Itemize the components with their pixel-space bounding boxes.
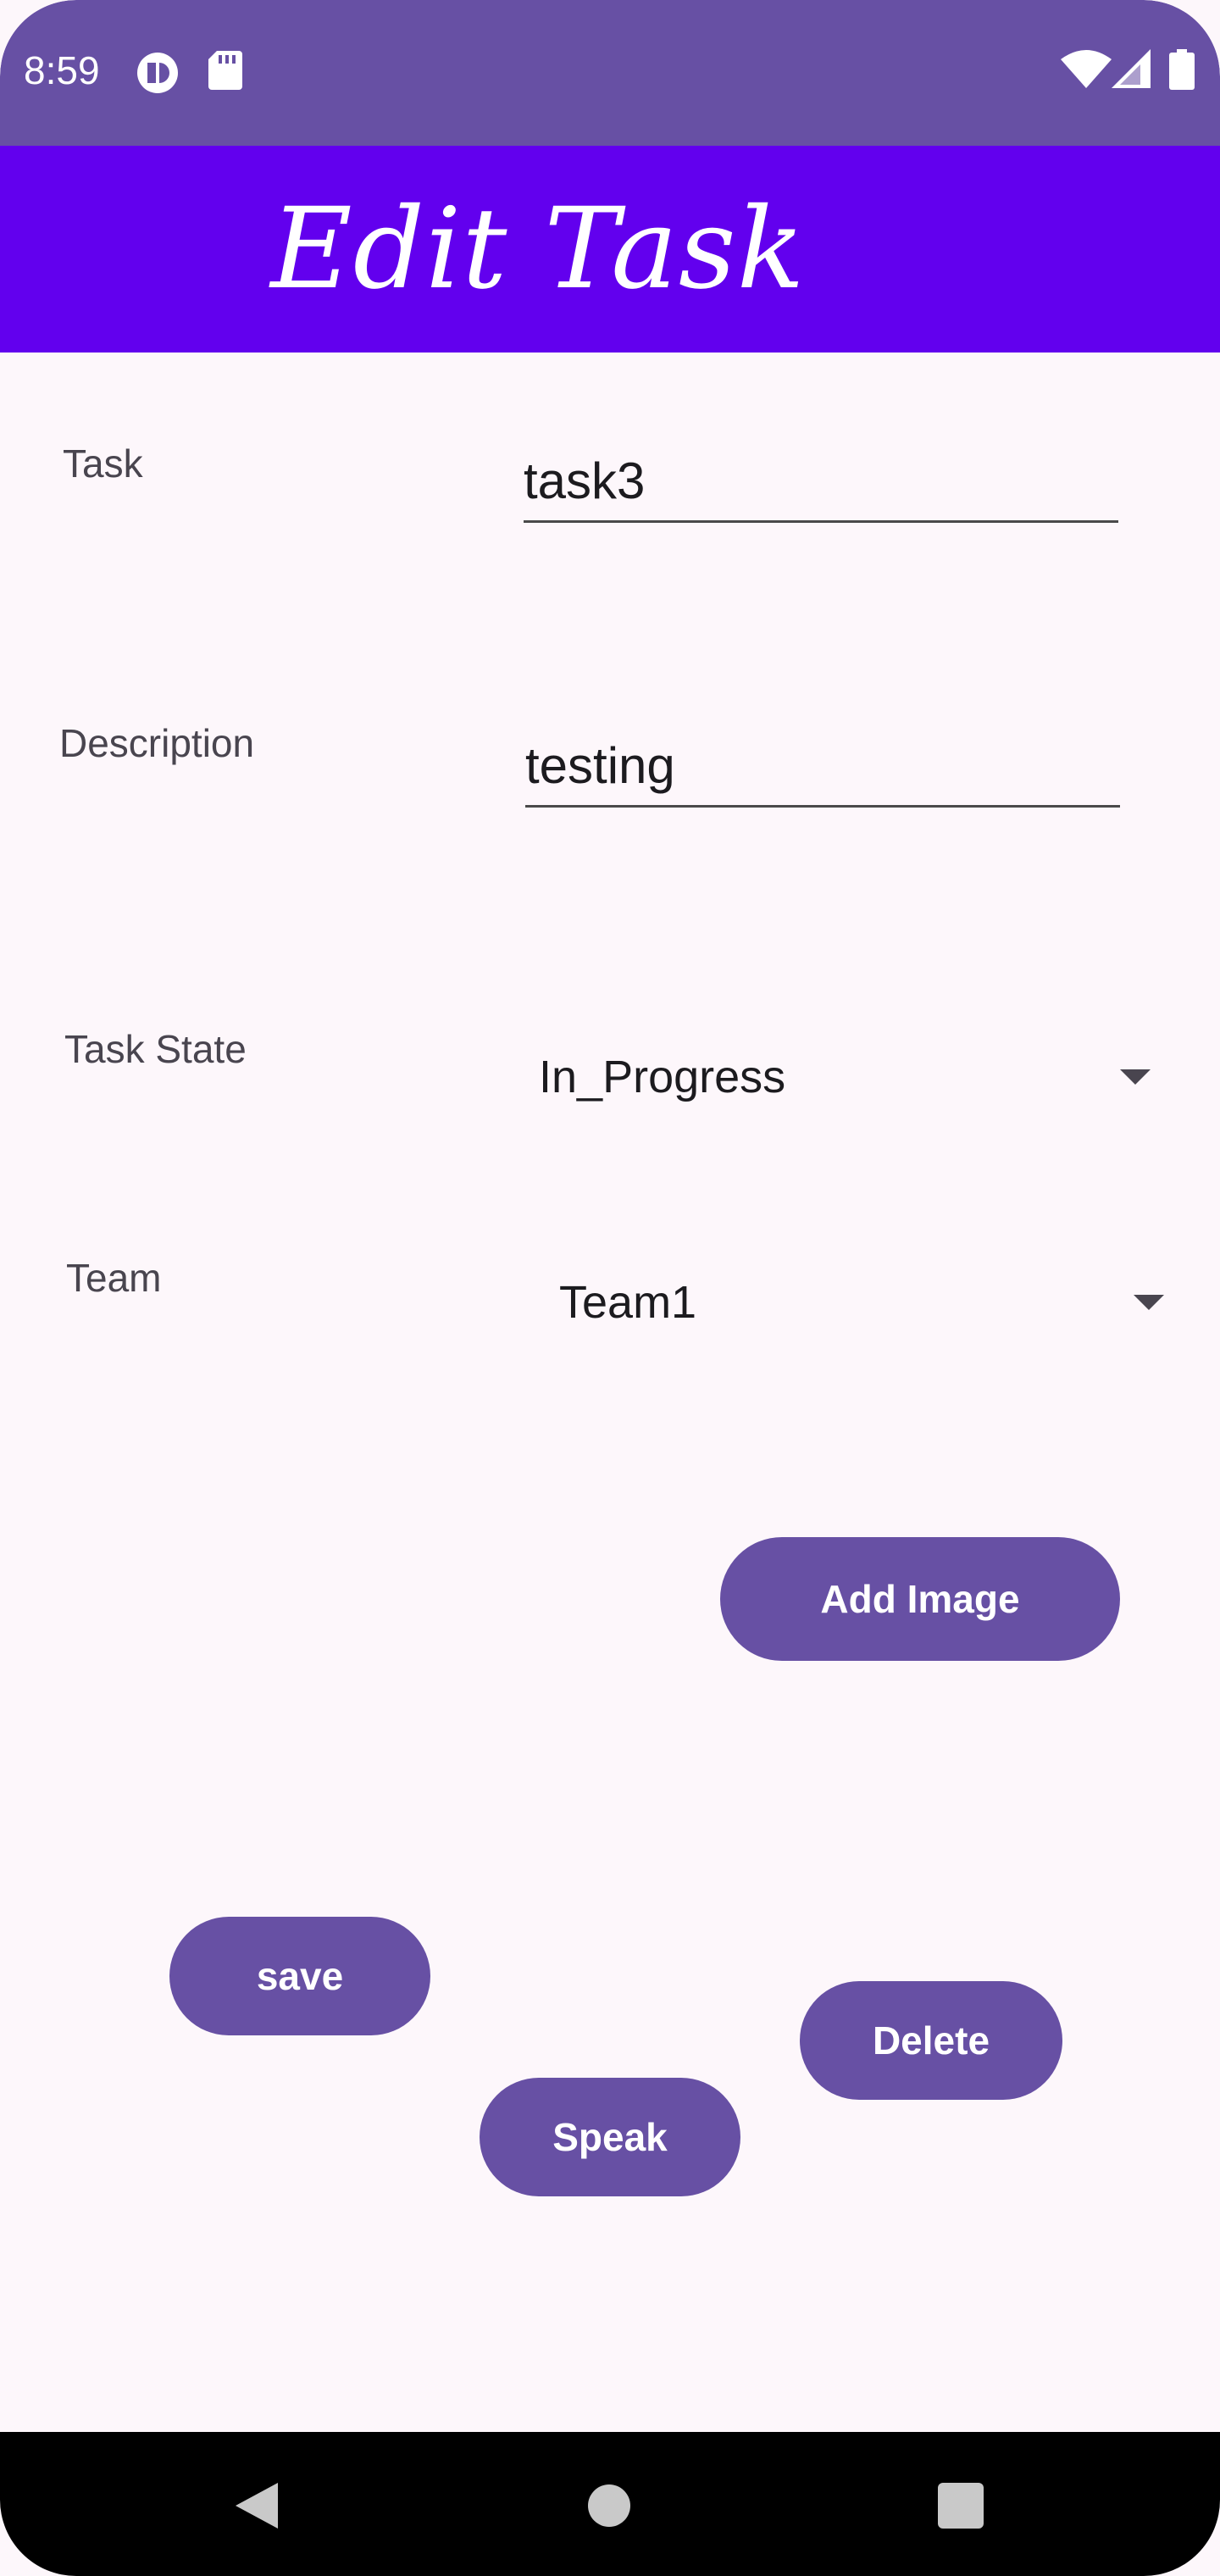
- description-label: Description: [59, 721, 255, 765]
- recent-apps-icon[interactable]: [938, 2483, 984, 2529]
- description-field[interactable]: testing: [525, 720, 1120, 808]
- task-state-label: Task State: [64, 1027, 247, 1071]
- app-bar: Edit Task: [0, 146, 1220, 353]
- status-time: 8:59: [24, 48, 100, 92]
- chevron-down-icon: [1134, 1295, 1164, 1310]
- speak-button[interactable]: Speak: [480, 2078, 740, 2196]
- home-icon[interactable]: [588, 2484, 630, 2527]
- chevron-down-icon: [1120, 1069, 1151, 1085]
- save-button[interactable]: save: [169, 1917, 430, 2035]
- task-state-dropdown[interactable]: In_Progress: [539, 1034, 1157, 1119]
- back-icon[interactable]: [236, 2483, 278, 2529]
- task-field[interactable]: task3: [524, 436, 1118, 523]
- battery-icon: [1169, 49, 1195, 94]
- navigation-bar: [0, 2432, 1220, 2576]
- delete-button[interactable]: Delete: [800, 1981, 1062, 2100]
- add-image-button[interactable]: Add Image: [720, 1537, 1120, 1661]
- team-dropdown[interactable]: Team1: [559, 1259, 1169, 1344]
- sd-card-icon: [208, 51, 242, 94]
- status-bar: 8:59: [0, 0, 1220, 146]
- signal-icon: [1112, 49, 1151, 92]
- task-label: Task: [63, 441, 143, 486]
- team-label: Team: [66, 1256, 162, 1300]
- page-title: Edit Task: [270, 184, 806, 314]
- description-value: testing: [525, 737, 675, 794]
- phone-screen: 8:59 Edit Task Task task3 Description te…: [0, 0, 1220, 2576]
- task-state-value: In_Progress: [539, 1052, 786, 1102]
- notification-badge-icon: [136, 51, 180, 99]
- task-value: task3: [524, 452, 646, 509]
- wifi-icon: [1061, 49, 1112, 92]
- team-value: Team1: [559, 1277, 697, 1328]
